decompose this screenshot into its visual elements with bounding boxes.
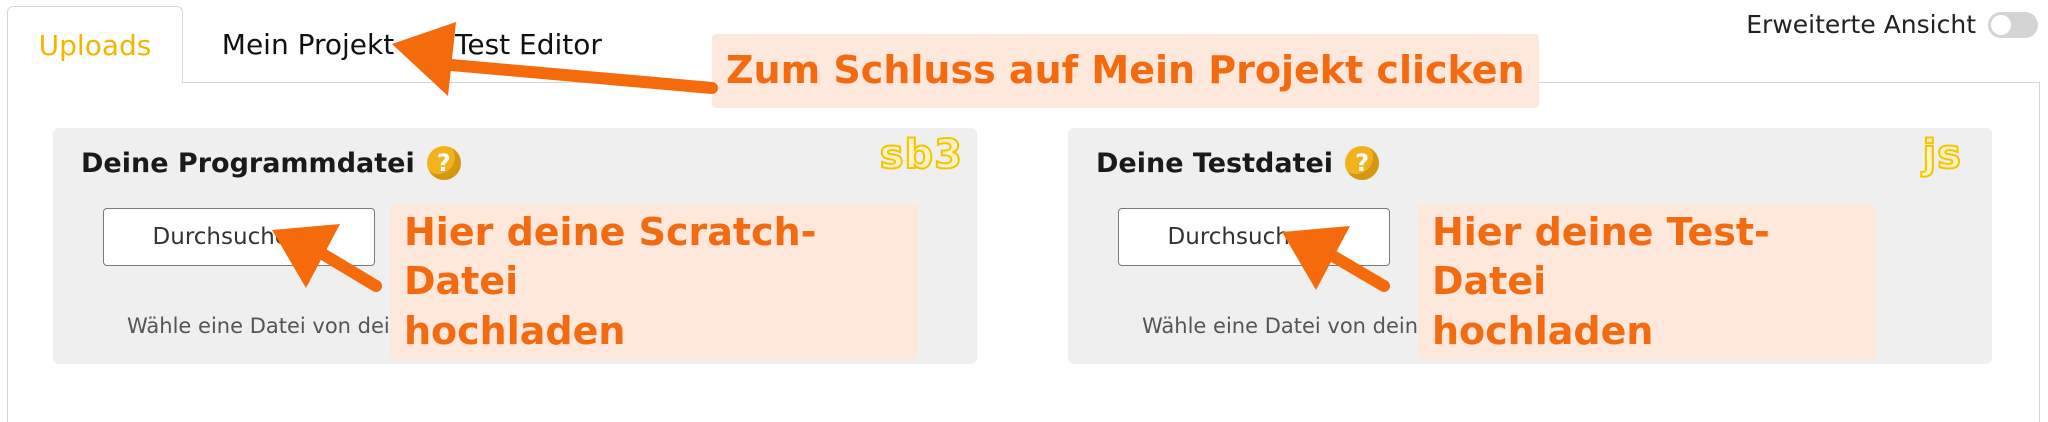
test-file-title: Deine Testdatei ? <box>1096 146 1380 180</box>
tab-test-editor[interactable]: Test Editor <box>455 6 635 82</box>
annotation-upload-test: Hier deine Test-Datei hochladen <box>1418 204 1876 361</box>
program-file-title-text: Deine Programmdatei <box>81 147 415 179</box>
program-file-title: Deine Programmdatei ? <box>81 146 461 180</box>
annotation-click-project: Zum Schluss auf Mein Projekt clicken <box>712 34 1539 108</box>
tab-mein-projekt[interactable]: Mein Projekt <box>208 6 408 82</box>
question-icon[interactable]: ? <box>426 146 461 180</box>
annotation-upload-scratch-line2: hochladen <box>404 308 626 353</box>
program-file-browse-button[interactable]: Durchsuchen... <box>103 208 375 266</box>
sb3-file-icon: sb3 <box>879 131 963 179</box>
annotation-upload-scratch: Hier deine Scratch-Datei hochladen <box>390 204 918 361</box>
test-file-title-text: Deine Testdatei <box>1096 147 1334 179</box>
annotation-upload-test-line1: Hier deine Test-Datei <box>1432 210 1770 304</box>
js-file-icon: js <box>1921 131 1962 179</box>
advanced-view-toggle[interactable] <box>1988 11 2038 38</box>
question-icon[interactable]: ? <box>1345 146 1380 180</box>
annotation-upload-test-line2: hochladen <box>1432 308 1654 353</box>
advanced-view-label: Erweiterte Ansicht <box>1746 10 1976 39</box>
annotation-upload-scratch-line1: Hier deine Scratch-Datei <box>404 210 817 304</box>
advanced-view-toggle-group: Erweiterte Ansicht <box>1746 10 2038 39</box>
toggle-knob <box>1991 14 2011 35</box>
test-file-browse-button[interactable]: Durchsuchen... <box>1118 208 1390 266</box>
tab-uploads[interactable]: Uploads <box>7 6 183 83</box>
